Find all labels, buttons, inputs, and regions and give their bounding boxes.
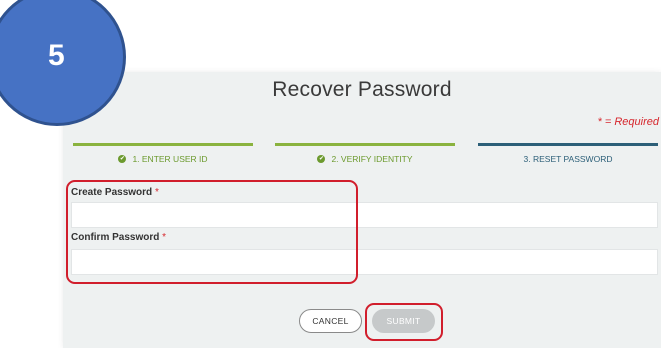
step-1-bar [73, 143, 253, 146]
required-note: * = Required [597, 116, 659, 128]
step-3-bar [478, 143, 658, 146]
step-2: ✔ 2. VERIFY IDENTITY [275, 154, 455, 164]
step-2-bar [275, 143, 455, 146]
cancel-button[interactable]: CANCEL [299, 309, 362, 333]
submit-button-highlight [365, 303, 443, 341]
step-3-label: 3. RESET PASSWORD [523, 154, 613, 164]
password-fields-highlight [66, 180, 358, 284]
step-2-label: 2. VERIFY IDENTITY [331, 154, 413, 164]
step-1-label: 1. ENTER USER ID [132, 154, 208, 164]
recover-password-panel: Recover Password * = Required ✔ 1. ENTER… [63, 72, 661, 348]
step-3: 3. RESET PASSWORD [478, 154, 658, 164]
step-1: ✔ 1. ENTER USER ID [73, 154, 253, 164]
step-number: 5 [48, 39, 65, 72]
page-title: Recover Password [272, 78, 452, 101]
check-circle-icon: ✔ [317, 155, 326, 163]
check-circle-icon: ✔ [118, 155, 127, 163]
